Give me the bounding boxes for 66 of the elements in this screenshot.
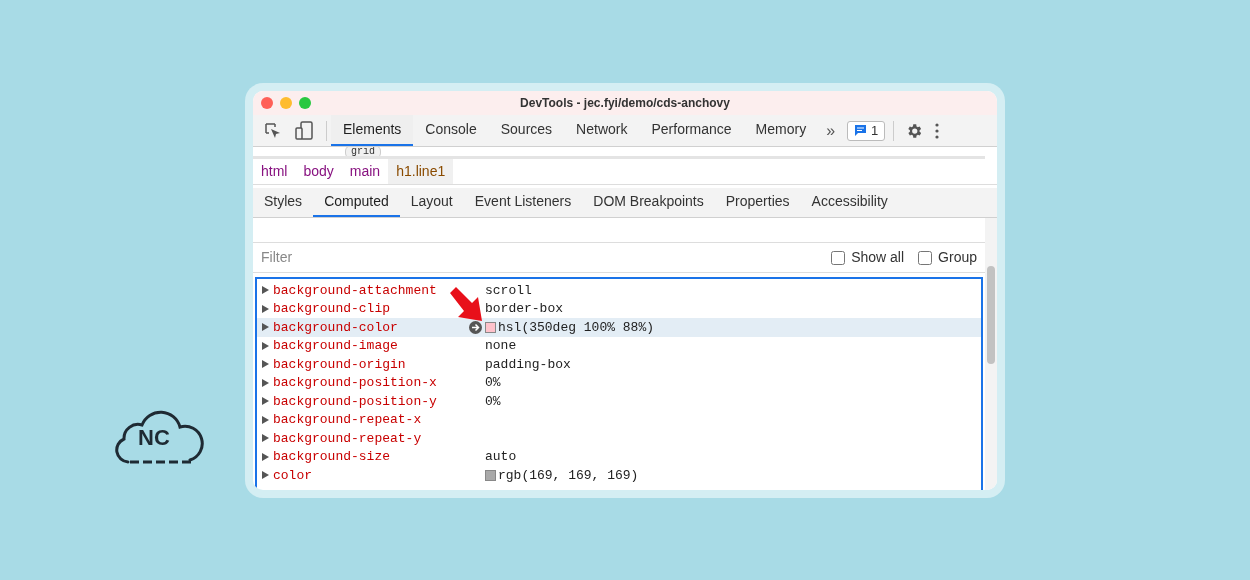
property-value: 0% xyxy=(485,392,501,411)
property-name: background-position-x xyxy=(273,374,437,392)
property-value: 0% xyxy=(485,374,501,392)
cloud-logo: NC xyxy=(114,407,204,465)
checkbox[interactable] xyxy=(831,250,846,265)
property-row[interactable]: background-image none xyxy=(257,336,981,355)
sidebar-tab[interactable]: Event Listeners xyxy=(463,188,583,217)
issues-button[interactable]: 1 xyxy=(847,120,886,141)
property-name: background-size xyxy=(273,448,391,466)
panel-tab[interactable]: Console xyxy=(413,115,489,146)
panel-tab[interactable]: Sources xyxy=(488,115,565,146)
panel-tab[interactable]: Network xyxy=(564,115,640,146)
property-row[interactable]: background-position-y 0% xyxy=(257,392,981,411)
property-value: scroll xyxy=(485,281,532,300)
property-name: background-position-y xyxy=(273,392,437,411)
grid-badge[interactable]: grid xyxy=(345,147,381,156)
panel-tab[interactable]: Performance xyxy=(639,115,744,146)
sidebar-tab[interactable]: Computed xyxy=(313,188,400,217)
property-row[interactable]: background-repeat-y xyxy=(257,429,981,448)
panel-tab[interactable]: Memory xyxy=(743,115,819,146)
property-name: background-image xyxy=(273,337,398,355)
inspect-icon[interactable] xyxy=(264,121,282,140)
property-name: background-origin xyxy=(273,355,406,374)
sidebar-tab[interactable]: Properties xyxy=(714,188,801,217)
pointer-arrow-drawing xyxy=(448,287,484,323)
property-value: none xyxy=(485,337,517,355)
property-name: color xyxy=(273,466,312,485)
panel-tab[interactable]: Elements xyxy=(331,115,414,146)
property-value: auto xyxy=(485,448,517,466)
more-tabs-button[interactable]: » xyxy=(818,118,844,143)
property-value: padding-box xyxy=(485,355,571,374)
property-name: background-repeat-x xyxy=(273,411,422,429)
checkbox-label: Show all xyxy=(851,248,905,267)
breadcrumb[interactable]: body xyxy=(295,159,342,184)
breadcrumb[interactable]: html xyxy=(253,159,296,184)
property-row[interactable]: background-size auto xyxy=(257,447,981,466)
go-to-arrow-icon[interactable] xyxy=(469,321,482,334)
property-name: background-clip xyxy=(273,300,391,318)
property-row[interactable]: background-attachment scroll xyxy=(257,281,981,300)
sidebar-tab[interactable]: Layout xyxy=(399,188,464,217)
property-name: background-color xyxy=(273,318,398,337)
property-value: rgb(169, 169, 169) xyxy=(498,466,639,485)
more-options-icon[interactable] xyxy=(935,122,940,139)
checkbox-label: Group xyxy=(938,248,977,267)
property-value: hsl(350deg 100% 88%) xyxy=(498,318,655,337)
breadcrumb[interactable]: h1.line1 xyxy=(388,159,454,184)
property-row[interactable]: background-clip border-box xyxy=(257,299,981,318)
message-icon xyxy=(854,124,868,137)
sidebar-tab[interactable]: Styles xyxy=(253,188,314,217)
scrollbar-thumb[interactable] xyxy=(987,266,995,364)
device-icon[interactable] xyxy=(294,120,314,141)
property-row[interactable]: background-color hsl(350deg 100% 88%) xyxy=(257,318,981,337)
property-row[interactable]: color rgb(169, 169, 169) xyxy=(257,466,981,485)
filter-field[interactable]: Filter xyxy=(261,247,832,268)
property-row[interactable]: background-repeat-x xyxy=(257,410,981,429)
property-value: border-box xyxy=(485,300,563,318)
sidebar-tab[interactable]: DOM Breakpoints xyxy=(582,188,715,217)
property-row[interactable]: background-origin padding-box xyxy=(257,355,981,374)
property-name: background-repeat-y xyxy=(273,429,422,448)
expand-arrow-icon[interactable] xyxy=(261,471,269,480)
breadcrumb[interactable]: main xyxy=(341,159,389,184)
sidebar-tab[interactable]: Accessibility xyxy=(800,188,899,217)
property-name: background-attachment xyxy=(273,281,437,300)
property-row[interactable]: background-position-x 0% xyxy=(257,373,981,392)
window-title: DevTools - jec.fyi/demo/cds-anchovy xyxy=(520,95,730,112)
checkbox[interactable] xyxy=(918,250,933,265)
